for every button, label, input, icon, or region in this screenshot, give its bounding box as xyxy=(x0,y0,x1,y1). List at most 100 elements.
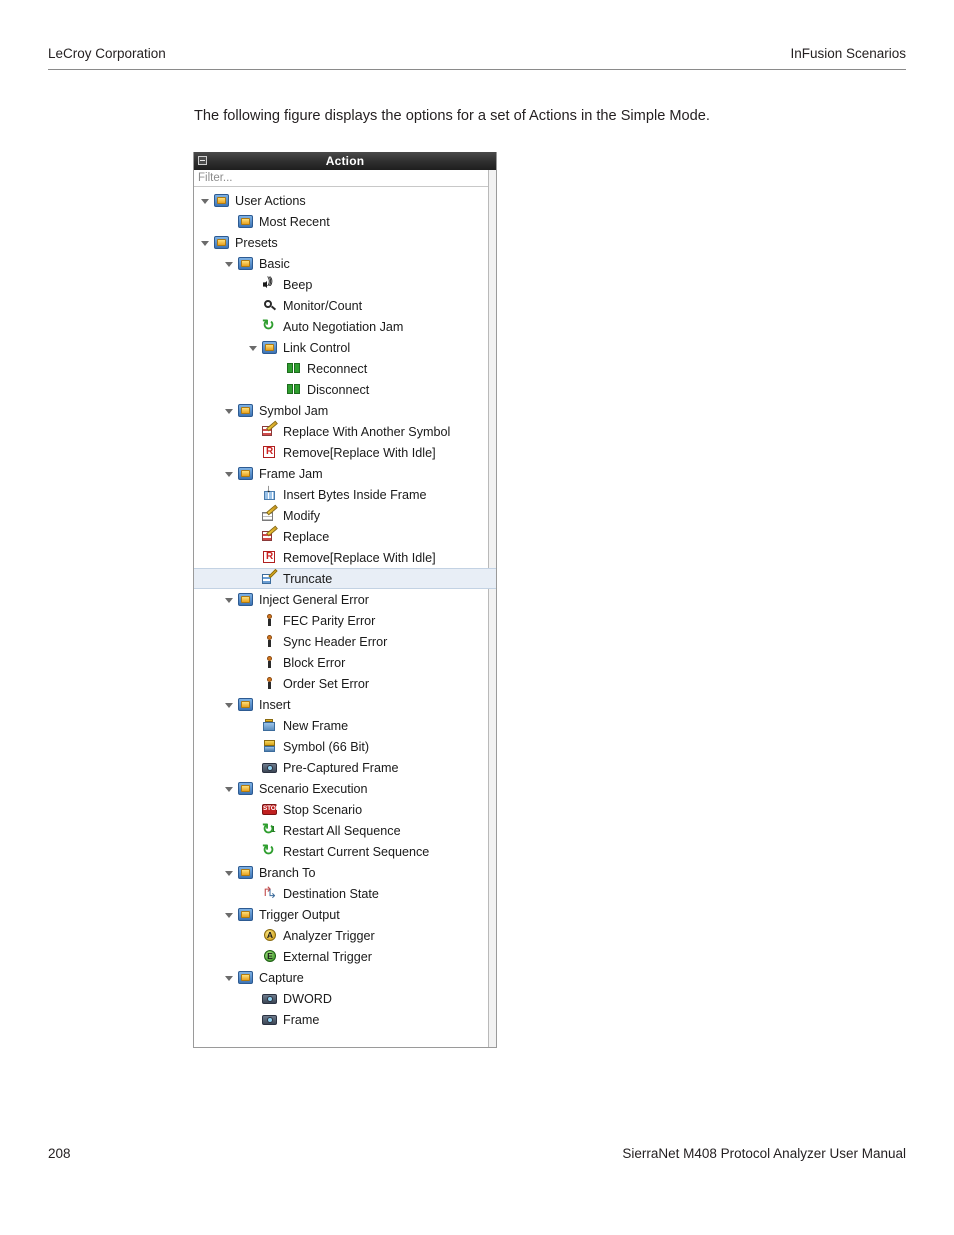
tree-item-label: DWORD xyxy=(283,991,332,1006)
action-tree[interactable]: User Actions Most Recent Presets Basic Beep M… xyxy=(194,187,496,1030)
tree-item[interactable]: Insert xyxy=(194,694,496,715)
tree-item[interactable]: Basic xyxy=(194,253,496,274)
tree-item[interactable]: Modify xyxy=(194,505,496,526)
tree-item[interactable]: Replace xyxy=(194,526,496,547)
tree-item[interactable]: Pre-Captured Frame xyxy=(194,757,496,778)
tree-item[interactable]: Restart All Sequence xyxy=(194,820,496,841)
tree-item[interactable]: Beep xyxy=(194,274,496,295)
chevron-down-icon[interactable] xyxy=(224,972,235,983)
tree-item[interactable]: Symbol (66 Bit) xyxy=(194,736,496,757)
tree-item[interactable]: Symbol Jam xyxy=(194,400,496,421)
group-icon xyxy=(238,256,254,271)
filter-input[interactable]: Filter... xyxy=(194,170,496,187)
tree-item[interactable]: User Actions xyxy=(194,190,496,211)
chevron-down-icon[interactable] xyxy=(224,405,235,416)
tree-item[interactable]: Capture xyxy=(194,967,496,988)
tree-item[interactable]: Remove[Replace With Idle] xyxy=(194,442,496,463)
tree-item[interactable]: A Analyzer Trigger xyxy=(194,925,496,946)
tree-item[interactable]: Restart Current Sequence xyxy=(194,841,496,862)
tree-item[interactable]: Sync Header Error xyxy=(194,631,496,652)
tree-item[interactable]: Presets xyxy=(194,232,496,253)
tree-item[interactable]: Truncate xyxy=(194,568,496,589)
tree-item[interactable]: Frame xyxy=(194,1009,496,1030)
chevron-down-icon[interactable] xyxy=(224,909,235,920)
tree-item[interactable]: Monitor/Count xyxy=(194,295,496,316)
page-number: 208 xyxy=(48,1146,71,1161)
tree-item[interactable]: Destination State xyxy=(194,883,496,904)
remove-icon xyxy=(262,550,278,565)
chevron-down-icon[interactable] xyxy=(224,594,235,605)
tree-item[interactable]: New Frame xyxy=(194,715,496,736)
chevron-down-icon[interactable] xyxy=(224,699,235,710)
tree-item[interactable]: Trigger Output xyxy=(194,904,496,925)
tree-item-label: Link Control xyxy=(283,340,351,355)
minus-box-icon[interactable] xyxy=(198,156,207,165)
tree-item-label: FEC Parity Error xyxy=(283,613,376,628)
chevron-down-icon[interactable] xyxy=(224,867,235,878)
tree-item[interactable]: Frame Jam xyxy=(194,463,496,484)
chevron-down-icon[interactable] xyxy=(200,195,211,206)
symbol-icon xyxy=(262,739,278,754)
tree-item[interactable]: Branch To xyxy=(194,862,496,883)
tree-item[interactable]: Remove[Replace With Idle] xyxy=(194,547,496,568)
tree-item[interactable]: Link Control xyxy=(194,337,496,358)
tree-item-label: Disconnect xyxy=(307,382,370,397)
error-icon xyxy=(262,676,278,691)
trigger-glyph: A xyxy=(266,930,274,940)
tree-item[interactable]: E External Trigger xyxy=(194,946,496,967)
tree-item[interactable]: Auto Negotiation Jam xyxy=(194,316,496,337)
header-company: LeCroy Corporation xyxy=(48,46,166,61)
tree-item-label: Order Set Error xyxy=(283,676,370,691)
chevron-down-icon[interactable] xyxy=(200,237,211,248)
header-section: InFusion Scenarios xyxy=(790,46,906,61)
tree-item[interactable]: DWORD xyxy=(194,988,496,1009)
link-plug-icon xyxy=(286,382,302,397)
group-icon xyxy=(238,781,254,796)
tree-item[interactable]: Insert Bytes Inside Frame xyxy=(194,483,496,505)
replace-icon xyxy=(262,424,278,439)
tree-item-label: Stop Scenario xyxy=(283,802,363,817)
tree-item[interactable]: Most Recent xyxy=(194,211,496,232)
tree-item-label: Pre-Captured Frame xyxy=(283,760,399,775)
insert-bytes-icon xyxy=(262,483,278,502)
chevron-down-icon[interactable] xyxy=(224,783,235,794)
tree-item[interactable]: Stop Scenario xyxy=(194,799,496,820)
tree-item-label: Symbol Jam xyxy=(259,403,329,418)
tree-item[interactable]: FEC Parity Error xyxy=(194,610,496,631)
tree-item[interactable]: Reconnect xyxy=(194,358,496,379)
chevron-down-icon[interactable] xyxy=(248,342,259,353)
tree-item[interactable]: Scenario Execution xyxy=(194,778,496,799)
tree-item[interactable]: Disconnect xyxy=(194,379,496,400)
chevron-down-icon[interactable] xyxy=(224,468,235,479)
monitor-count-icon xyxy=(262,298,278,313)
tree-item[interactable]: Block Error xyxy=(194,652,496,673)
tree-item[interactable]: Inject General Error xyxy=(194,589,496,610)
chevron-down-icon[interactable] xyxy=(224,258,235,269)
page-header: LeCroy Corporation InFusion Scenarios xyxy=(48,46,906,70)
refresh-icon xyxy=(262,316,278,334)
tree-item[interactable]: Order Set Error xyxy=(194,673,496,694)
tree-item-label: New Frame xyxy=(283,718,349,733)
tree-item[interactable]: Replace With Another Symbol xyxy=(194,421,496,442)
